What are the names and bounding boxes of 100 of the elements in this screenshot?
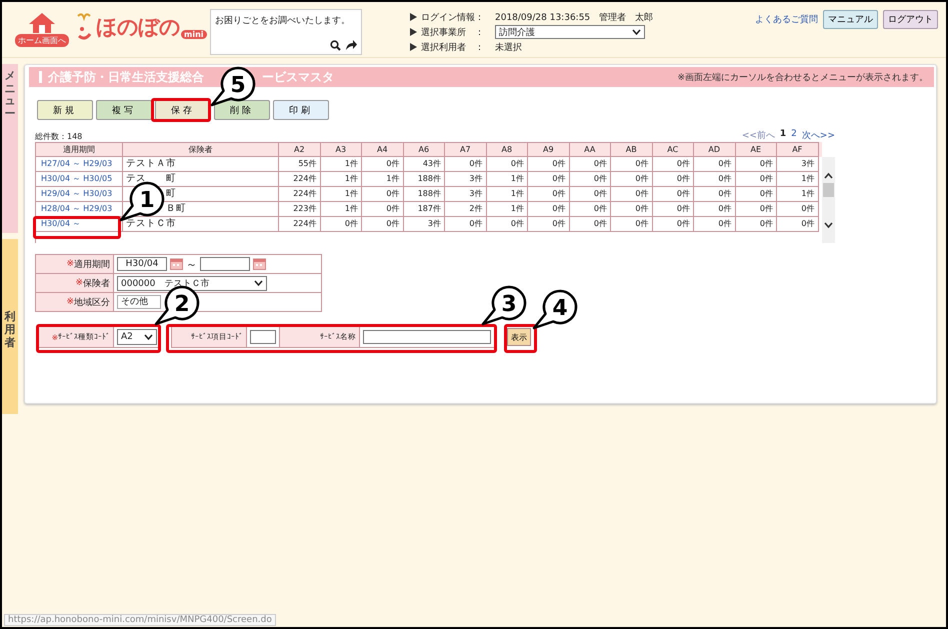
count-cell: 1件	[320, 202, 362, 217]
column-header: AF	[777, 142, 818, 157]
period-link[interactable]: H28/04 ～ H29/03	[41, 204, 112, 213]
count-cell: 0件	[486, 157, 528, 172]
count-cell: 3件	[445, 187, 486, 202]
user-tab[interactable]: 利用者	[2, 239, 18, 414]
info-value: 未選択	[495, 42, 522, 54]
pager-link[interactable]: <<前へ	[742, 129, 775, 142]
count-cell: 0件	[570, 172, 611, 187]
count-cell: 0件	[528, 172, 570, 187]
column-header: A6	[404, 142, 445, 157]
page-title: ービスマスタ	[262, 68, 334, 86]
menu-notice: ※画面左端にカーソルを合わせるとメニューが表示されます。	[677, 72, 928, 84]
logo-text: ほのぼの	[96, 14, 180, 41]
count-cell: 0件	[694, 187, 736, 202]
calendar-icon	[253, 258, 266, 270]
column-header: A2	[279, 142, 320, 157]
help-search-field[interactable]: お困りごとをお調べいたします。	[210, 9, 362, 55]
count-cell: 0件	[652, 202, 694, 217]
pager-link[interactable]: 次へ>>	[802, 129, 835, 142]
column-header: 適用期間	[36, 142, 123, 157]
column-header: A3	[320, 142, 362, 157]
count-cell: 0件	[736, 187, 777, 202]
count-cell: 0件	[694, 172, 736, 187]
page-link[interactable]: 1	[780, 129, 786, 142]
insurer-name: 町	[166, 172, 176, 186]
count-cell: 3件	[404, 217, 445, 232]
period-link[interactable]: H30/04 ～ H30/05	[41, 174, 112, 183]
period-link[interactable]: H30/04 ～	[41, 219, 81, 228]
toolbar-button[interactable]: 印刷	[273, 100, 329, 120]
region-field[interactable]: その他	[117, 295, 161, 309]
highlight-frame	[151, 98, 211, 122]
count-cell: 0件	[777, 217, 818, 232]
field-label: 保険者	[83, 278, 110, 290]
callout-bubble: 3	[482, 286, 526, 326]
toolbar-button[interactable]: 複写	[96, 100, 152, 120]
count-cell: 0件	[570, 157, 611, 172]
count-cell: 55件	[279, 157, 320, 172]
count-cell: 188件	[404, 187, 445, 202]
logo-badge: mini	[181, 30, 207, 39]
manual-button[interactable]: マニュアル	[823, 10, 878, 29]
count-cell: 0件	[362, 157, 404, 172]
count-cell: 0件	[736, 172, 777, 187]
count-cell: 0件	[694, 217, 736, 232]
count-cell: 0件	[528, 187, 570, 202]
calendar-icon	[170, 258, 183, 270]
column-header: A4	[362, 142, 404, 157]
logout-button[interactable]: ログアウト	[883, 10, 938, 29]
count-cell: 0件	[611, 157, 652, 172]
info-label: ログイン情報：	[421, 12, 485, 24]
count-cell: 0件	[652, 187, 694, 202]
status-url: https://ap.honobono-mini.com/minisv/MNPG400/Screen.do	[4, 614, 276, 626]
info-label: 選択利用者 ：	[421, 42, 485, 54]
home-label[interactable]: ホーム画面へ	[15, 34, 69, 47]
service-type-select[interactable]: A2	[117, 329, 157, 345]
item-code-field[interactable]	[250, 330, 276, 344]
column-header: A7	[445, 142, 486, 157]
search-icon	[330, 40, 341, 51]
count-cell: 0件	[694, 157, 736, 172]
callout-bubble: 4	[532, 290, 578, 330]
count-cell: 1件	[777, 172, 818, 187]
service-name-field[interactable]	[363, 330, 491, 344]
date-field[interactable]	[200, 257, 250, 271]
page-link[interactable]: 2	[791, 129, 797, 142]
toolbar-button[interactable]: 削除	[214, 100, 270, 120]
count-cell: 0件	[652, 217, 694, 232]
column-header: A9	[528, 142, 570, 157]
required-mark: ※	[66, 297, 74, 307]
toolbar-button[interactable]: 新規	[37, 100, 93, 120]
highlight-frame	[504, 324, 537, 353]
column-header: 保険者	[123, 142, 279, 157]
count-cell: 0件	[570, 187, 611, 202]
count-cell: 0件	[611, 202, 652, 217]
count-cell: 188件	[404, 172, 445, 187]
home-link[interactable]: ホーム画面へ	[16, 12, 68, 47]
caret-icon	[254, 280, 263, 286]
insurer-select[interactable]: 000000 テストＣ市	[117, 276, 267, 290]
menu-tab[interactable]: メニュー	[2, 64, 18, 234]
count-cell: 224件	[279, 187, 320, 202]
count-cell: 0件	[777, 202, 818, 217]
count-cell: 0件	[445, 217, 486, 232]
office-select[interactable]: 訪問介護	[495, 25, 645, 39]
faq-link[interactable]: よくあるご質問	[755, 13, 818, 26]
period-link[interactable]: H29/04 ～ H30/03	[41, 189, 112, 198]
column-header: AE	[736, 142, 777, 157]
count-cell: 1件	[362, 172, 404, 187]
count-cell: 3件	[777, 157, 818, 172]
triangle-bullet-icon	[410, 43, 417, 51]
insurer-name: 町	[166, 187, 176, 201]
count-cell: 2件	[445, 202, 486, 217]
date-field[interactable]: H30/04	[117, 257, 167, 271]
count-cell: 187件	[404, 202, 445, 217]
insurer-name: テストＡ市	[126, 157, 176, 171]
period-link[interactable]: H27/04 ～ H29/03	[41, 159, 112, 168]
show-button[interactable]: 表示	[507, 328, 531, 346]
curved-arrow-icon	[345, 40, 357, 51]
column-header: AB	[611, 142, 652, 157]
count-cell: 0件	[362, 217, 404, 232]
callout-bubble: 2	[154, 286, 200, 326]
required-mark: ※	[75, 278, 83, 288]
